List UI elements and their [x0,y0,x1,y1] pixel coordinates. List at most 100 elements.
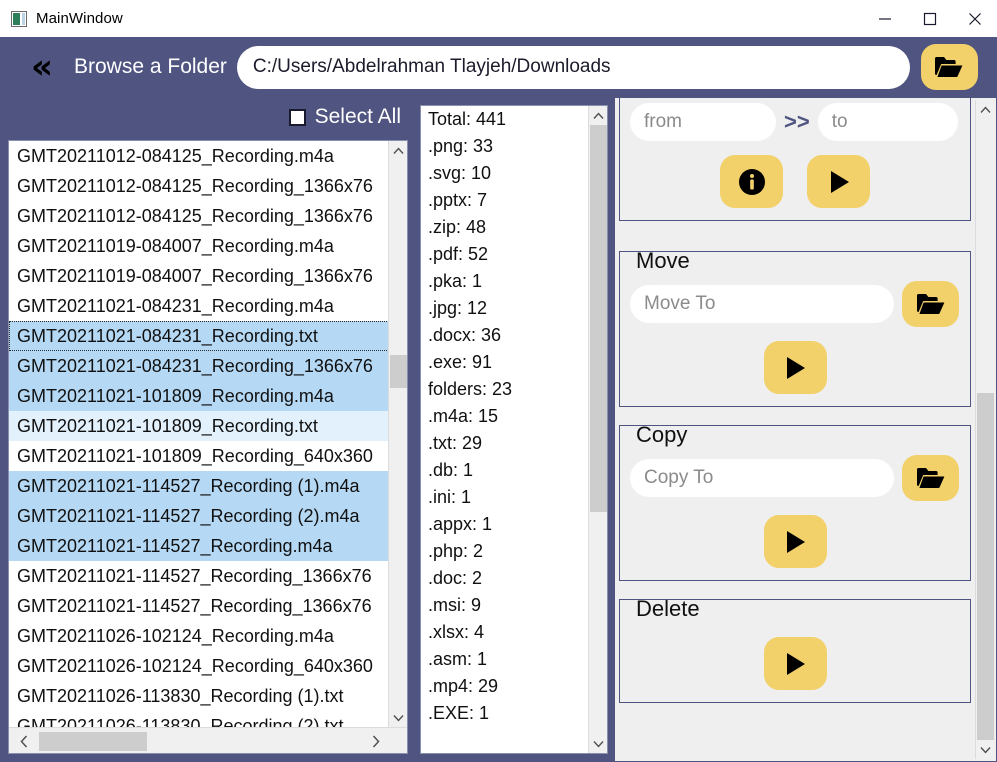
statistics-item[interactable]: .docx: 36 [421,322,589,349]
actions-vertical-scrollbar[interactable] [975,100,994,759]
file-list-item[interactable]: GMT20211026-113830_Recording (1).txt [9,681,389,711]
scroll-up-button[interactable] [389,141,407,160]
file-list-item[interactable]: GMT20211026-102124_Recording.m4a [9,621,389,651]
select-all-control[interactable]: Select All [288,105,401,129]
statistics-item[interactable]: .exe: 91 [421,349,589,376]
file-list-item[interactable]: GMT20211026-113830_Recording (2).txt [9,711,389,727]
file-list[interactable]: GMT20211012-084125_Recording.m4a GMT20211… [8,140,408,754]
copy-browse-button[interactable] [902,455,959,501]
actions-scroll-down-button[interactable] [976,740,995,759]
file-list-horizontal-scrollbar[interactable] [9,727,407,753]
browse-folder-label: Browse a Folder [74,55,227,78]
statistics-viewport: Total: 441 .png: 33 .svg: 10 .pptx: 7 .zip: … [421,106,589,753]
statistics-item[interactable]: .mp4: 29 [421,673,589,700]
file-list-item[interactable]: GMT20211021-114527_Recording_1366x76 [9,591,389,621]
move-browse-button[interactable] [902,281,959,327]
actions-scroll-up-button[interactable] [976,100,995,119]
statistics-item[interactable]: .pdf: 52 [421,241,589,268]
statistics-item[interactable]: .txt: 29 [421,430,589,457]
minimize-button[interactable] [862,0,907,37]
stats-scroll-thumb[interactable] [590,125,607,512]
file-list-item[interactable]: GMT20211021-114527_Recording (1).m4a [9,471,389,501]
delete-buttons-row [630,637,960,690]
statistics-item[interactable]: .m4a: 15 [421,403,589,430]
statistics-item[interactable]: .asm: 1 [421,646,589,673]
statistics-item[interactable]: .msi: 9 [421,592,589,619]
copy-to-input[interactable] [630,459,894,497]
actions-scroll-thumb[interactable] [977,393,994,740]
folder-path-input[interactable] [236,45,910,89]
chevron-up-icon [980,105,991,113]
statistics-item[interactable]: .xlsx: 4 [421,619,589,646]
statistics-list[interactable]: Total: 441 .png: 33 .svg: 10 .pptx: 7 .zip: … [420,105,608,754]
delete-run-button[interactable] [763,637,827,690]
statistics-item[interactable]: .pptx: 7 [421,187,589,214]
window-controls [862,0,997,37]
move-title-text: Move [636,248,690,273]
open-folder-icon [916,468,944,489]
statistics-item[interactable]: .png: 33 [421,133,589,160]
copy-run-button[interactable] [763,515,827,568]
scroll-right-button[interactable] [363,728,389,753]
file-list-item[interactable]: GMT20211026-102124_Recording_640x360 [9,651,389,681]
file-list-item[interactable]: GMT20211021-114527_Recording.m4a [9,531,389,561]
file-list-item[interactable]: GMT20211012-084125_Recording_1366x76 [9,201,389,231]
statistics-item[interactable]: .EXE: 1 [421,700,589,727]
move-run-button[interactable] [763,341,827,394]
rename-info-button[interactable] [720,155,783,208]
move-to-input[interactable] [630,285,894,323]
statistics-item[interactable]: .db: 1 [421,457,589,484]
rename-from-input[interactable] [630,103,776,141]
file-list-item[interactable]: GMT20211021-114527_Recording (2).m4a [9,501,389,531]
close-button[interactable] [952,0,997,37]
statistics-item[interactable]: .ini: 1 [421,484,589,511]
statistics-item[interactable]: folders: 23 [421,376,589,403]
file-list-item[interactable]: GMT20211012-084125_Recording_1366x76 [9,171,389,201]
statistics-item[interactable]: .svg: 10 [421,160,589,187]
file-list-item[interactable]: GMT20211021-084231_Recording_1366x76 [9,351,389,381]
file-list-vertical-scrollbar[interactable] [388,141,407,727]
rename-fields-row: >> [630,103,960,141]
file-list-item[interactable]: GMT20211012-084125_Recording.m4a [9,141,389,171]
statistics-item[interactable]: .appx: 1 [421,511,589,538]
file-list-item[interactable]: GMT20211021-084231_Recording.m4a [9,291,389,321]
chevron-left-icon [20,734,28,748]
delete-section: Delete [619,598,971,703]
file-list-viewport: GMT20211012-084125_Recording.m4a GMT20211… [9,141,389,727]
file-list-item[interactable]: GMT20211019-084007_Recording_1366x76 [9,261,389,291]
statistics-item[interactable]: .doc: 2 [421,565,589,592]
statistics-item[interactable]: .zip: 48 [421,214,589,241]
file-list-scroll-thumb[interactable] [390,355,407,388]
statistics-vertical-scrollbar[interactable] [588,106,607,753]
content-area: Select All GMT20211012-084125_Recording.… [0,97,997,762]
info-icon [738,168,765,195]
chevron-down-icon [393,714,404,722]
stats-scroll-down-button[interactable] [589,734,607,753]
copy-title-text: Copy [636,422,688,447]
file-list-item[interactable]: GMT20211021-101809_Recording_640x360 [9,441,389,471]
file-list-item[interactable]: GMT20211019-084007_Recording.m4a [9,231,389,261]
statistics-item[interactable]: Total: 441 [421,106,589,133]
maximize-button[interactable] [907,0,952,37]
statistics-item[interactable]: .php: 2 [421,538,589,565]
file-list-hscroll-thumb[interactable] [39,732,147,751]
statistics-item[interactable]: .pka: 1 [421,268,589,295]
select-all-checkbox[interactable] [288,108,306,126]
file-browser-column: Select All GMT20211012-084125_Recording.… [0,97,415,762]
back-button[interactable]: « [18,50,66,84]
move-fields-row [630,281,960,327]
file-list-item[interactable]: GMT20211021-084231_Recording.txt [9,321,389,351]
select-all-label: Select All [314,105,401,128]
file-list-item[interactable]: GMT20211021-101809_Recording.txt [9,411,389,441]
rename-run-button[interactable] [807,155,870,208]
browse-folder-button[interactable] [920,44,978,90]
file-list-item[interactable]: GMT20211021-101809_Recording.m4a [9,381,389,411]
scroll-down-button[interactable] [389,708,407,727]
chevron-right-icon [372,734,380,748]
rename-to-input[interactable] [817,103,958,141]
stats-scroll-up-button[interactable] [589,106,607,125]
statistics-item[interactable]: .jpg: 12 [421,295,589,322]
file-list-item[interactable]: GMT20211021-114527_Recording_1366x76 [9,561,389,591]
scroll-left-button[interactable] [11,728,37,753]
rename-section: >> [619,98,971,221]
